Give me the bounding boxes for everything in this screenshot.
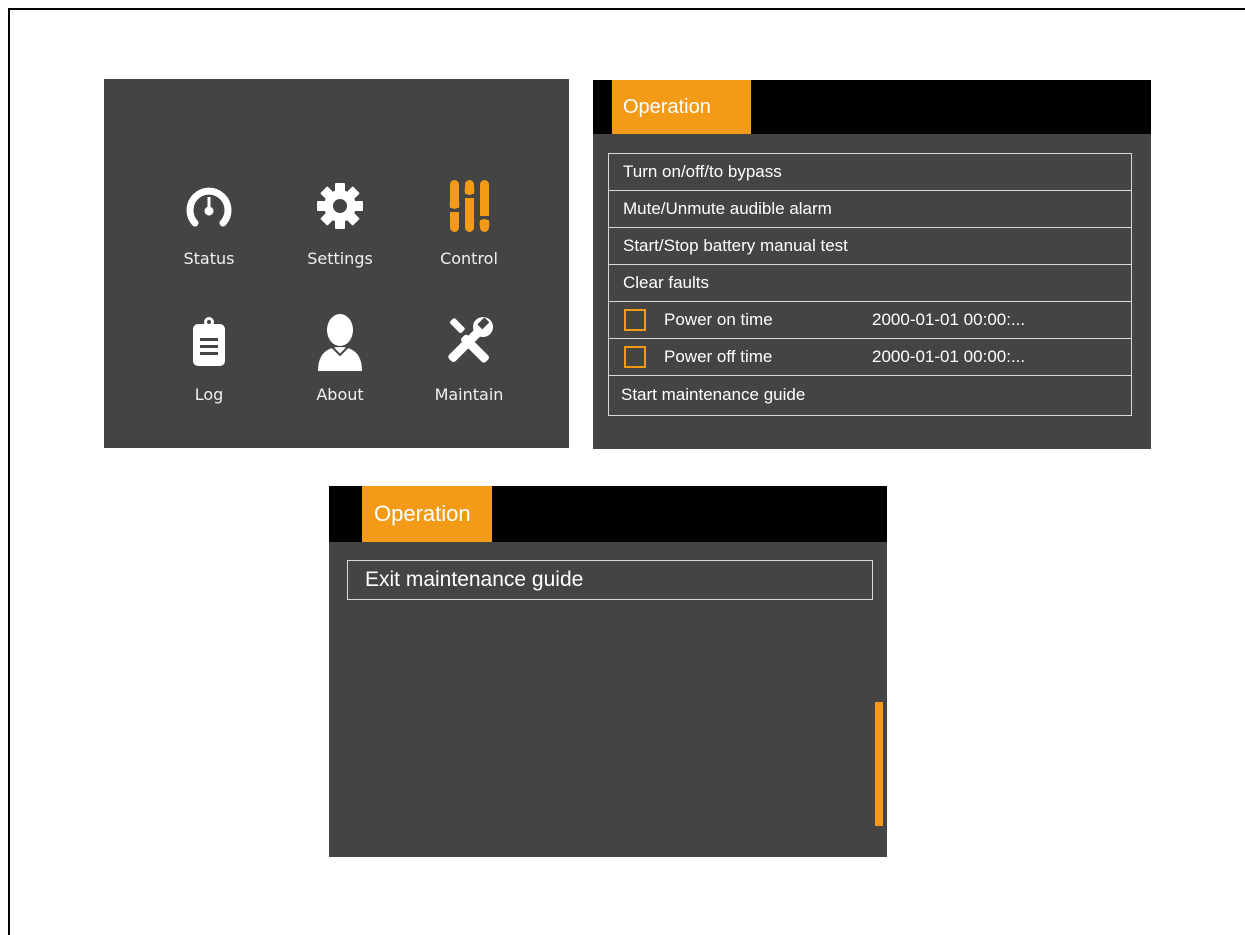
maintenance-panel: Operation Exit maintenance guide: [329, 486, 887, 857]
op-row-power-on-time[interactable]: Power on time 2000-01-01 00:00:...: [609, 302, 1131, 339]
operation-list: Turn on/off/to bypass Mute/Unmute audibl…: [608, 153, 1132, 416]
clipboard-icon: [154, 307, 264, 377]
op-row-start-maintenance-guide[interactable]: Start maintenance guide: [609, 376, 1131, 413]
exit-maintenance-guide-button[interactable]: Exit maintenance guide: [347, 560, 873, 600]
menu-item-log[interactable]: Log: [154, 307, 264, 427]
menu-item-status[interactable]: Status: [154, 171, 264, 291]
op-row-power-off-time[interactable]: Power off time 2000-01-01 00:00:...: [609, 339, 1131, 376]
menu-item-settings[interactable]: Settings: [285, 171, 395, 291]
maintenance-header: Operation: [329, 486, 887, 542]
gear-icon: [285, 171, 395, 241]
menu-item-about[interactable]: About: [285, 307, 395, 427]
menu-label-about: About: [316, 385, 364, 404]
op-row-battery-test[interactable]: Start/Stop battery manual test: [609, 228, 1131, 265]
menu-item-maintain[interactable]: Maintain: [414, 307, 524, 427]
scrollbar-thumb[interactable]: [875, 702, 883, 826]
operation-panel: Operation Turn on/off/to bypass Mute/Unm…: [593, 80, 1151, 449]
power-on-time-value: 2000-01-01 00:00:...: [872, 310, 1026, 329]
op-row-label: Start/Stop battery manual test: [623, 236, 848, 255]
op-row-mute-alarm[interactable]: Mute/Unmute audible alarm: [609, 191, 1131, 228]
menu-label-status: Status: [183, 249, 235, 268]
main-menu-panel: Status Settings Control Log About Mainta…: [104, 79, 569, 448]
menu-item-control[interactable]: Control: [414, 171, 524, 291]
power-off-time-label: Power off time: [664, 347, 773, 366]
power-on-checkbox[interactable]: [624, 309, 646, 331]
gauge-icon: [154, 171, 264, 241]
tab-operation[interactable]: Operation: [362, 486, 492, 542]
op-row-label: Turn on/off/to bypass: [623, 162, 782, 181]
sliders-icon: [414, 171, 524, 241]
power-off-time-value: 2000-01-01 00:00:...: [872, 347, 1026, 366]
power-off-checkbox[interactable]: [624, 346, 646, 368]
op-row-label: Mute/Unmute audible alarm: [623, 199, 832, 218]
tools-icon: [414, 307, 524, 377]
menu-label-settings: Settings: [307, 249, 373, 268]
op-row-clear-faults[interactable]: Clear faults: [609, 265, 1131, 302]
menu-label-log: Log: [194, 385, 224, 404]
operation-header: Operation: [593, 80, 1151, 134]
op-row-turn-on-off-bypass[interactable]: Turn on/off/to bypass: [609, 154, 1131, 191]
tab-operation[interactable]: Operation: [612, 80, 751, 134]
op-row-label: Start maintenance guide: [621, 384, 806, 404]
person-icon: [285, 307, 395, 377]
op-row-label: Clear faults: [623, 273, 709, 292]
menu-label-maintain: Maintain: [434, 385, 504, 404]
menu-label-control: Control: [440, 249, 498, 268]
power-on-time-label: Power on time: [664, 310, 773, 329]
